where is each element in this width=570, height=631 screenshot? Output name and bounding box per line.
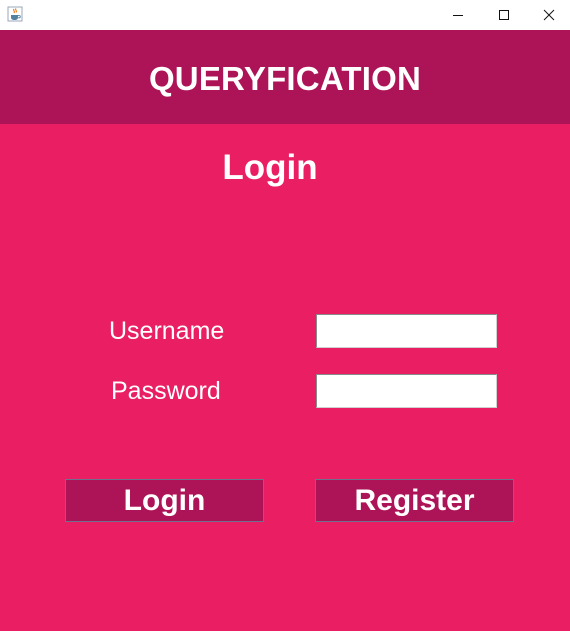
java-icon	[7, 6, 23, 22]
username-label: Username	[109, 317, 225, 345]
login-button[interactable]: Login	[65, 479, 264, 522]
login-panel: Login Username Password Login Register	[0, 124, 570, 631]
app-title: QUERYFICATION	[148, 60, 422, 97]
username-input[interactable]	[316, 314, 497, 348]
app-header: QUERYFICATION	[0, 30, 570, 124]
password-input[interactable]	[316, 374, 497, 408]
close-button[interactable]	[526, 0, 570, 30]
maximize-button[interactable]	[481, 0, 527, 30]
minimize-icon	[453, 15, 463, 16]
password-label: Password	[111, 377, 221, 405]
register-button[interactable]: Register	[315, 479, 514, 522]
login-heading: Login	[222, 148, 318, 187]
close-icon	[543, 9, 555, 21]
minimize-button[interactable]	[435, 0, 481, 30]
maximize-icon	[499, 10, 509, 20]
window-titlebar[interactable]	[0, 0, 570, 30]
